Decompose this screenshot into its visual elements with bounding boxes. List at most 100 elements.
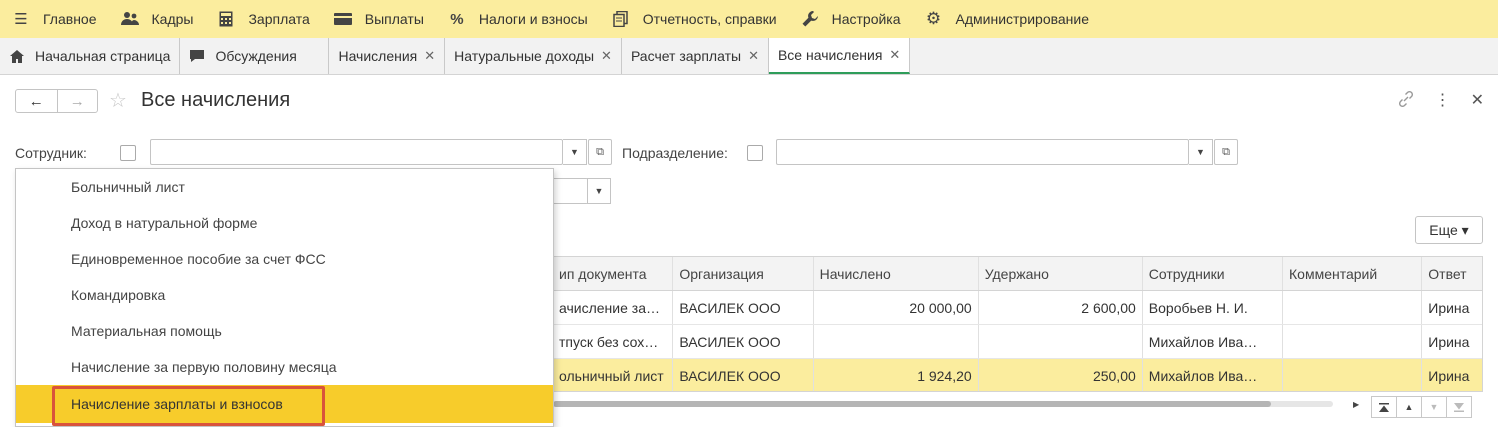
table-cell: Ирина [1428, 299, 1470, 316]
wrench-icon [801, 10, 819, 28]
percent-icon: % [450, 10, 464, 28]
table-cell: ВАСИЛЕК ООО [673, 359, 814, 391]
forward-button[interactable]: → [56, 90, 98, 112]
table-row[interactable]: ачисление за… ВАСИЛЕК ООО 20 000,00 2 60… [553, 291, 1482, 325]
department-dropdown-button[interactable]: ▼ [1189, 139, 1213, 165]
menu-item-hr[interactable]: Кадры [109, 0, 206, 38]
menu-item-label: Кадры [151, 11, 194, 27]
home-icon [9, 49, 25, 63]
table-row-selected[interactable]: ольничный лист ВАСИЛЕК ООО 1 924,20 250,… [553, 359, 1482, 391]
go-to-last-button[interactable] [1446, 396, 1472, 418]
table-header-row: ип документа Организация Начислено Удерж… [553, 257, 1482, 291]
tab-payroll-calculation[interactable]: Расчет зарплаты ✕ [621, 38, 769, 74]
employee-filter-label: Сотрудник: [15, 145, 87, 161]
table-cell: 2 600,00 [979, 291, 1143, 324]
favorite-star-icon[interactable]: ☆ [109, 88, 127, 113]
tab-label: Обсуждения [215, 48, 297, 64]
table-cell: 250,00 [979, 359, 1143, 391]
table-cell [814, 325, 979, 358]
main-menu-bar: ☰ Главное Кадры Зарплата Выплаты % Налог… [0, 0, 1498, 38]
page-up-button[interactable]: ▲ [1396, 396, 1422, 418]
menu-item-label: Зарплата [248, 11, 310, 27]
list-item[interactable]: Доход в натуральной форме [16, 205, 553, 241]
more-vertical-icon[interactable]: ⋮ [1435, 90, 1451, 113]
menu-item-salary[interactable]: Зарплата [205, 0, 321, 38]
menu-item-payments[interactable]: Выплаты [322, 0, 436, 38]
table-cell: Ирина [1428, 333, 1470, 350]
column-header-accrued[interactable]: Начислено [814, 257, 979, 290]
department-filter-label: Подразделение: [622, 145, 728, 161]
document-type-dropdown-button[interactable]: ▼ [587, 178, 611, 204]
tab-label: Начальная страница [35, 48, 171, 64]
hamburger-menu-icon: ☰ [14, 11, 28, 28]
tab-accruals[interactable]: Начисления ✕ [329, 38, 446, 74]
menu-item-settings[interactable]: Настройка [789, 0, 913, 38]
employee-open-button[interactable]: ⧉ [588, 139, 612, 165]
close-icon[interactable]: ✕ [748, 48, 759, 64]
employee-filter-checkbox[interactable] [120, 145, 136, 161]
horizontal-scrollbar[interactable] [553, 398, 1333, 408]
close-icon[interactable]: ✕ [424, 48, 435, 64]
menu-item-label: Выплаты [364, 11, 424, 27]
column-header-employees[interactable]: Сотрудники [1143, 257, 1284, 290]
table-cell [1283, 359, 1423, 391]
menu-item-main[interactable]: ☰ Главное [0, 0, 109, 38]
department-filter-checkbox[interactable] [747, 145, 763, 161]
list-item[interactable]: Материальная помощь [16, 313, 553, 349]
tab-natural-income[interactable]: Натуральные доходы ✕ [445, 38, 622, 74]
close-icon[interactable]: ✕ [889, 47, 900, 63]
documents-icon [612, 10, 630, 28]
table-cell: Ирина [1428, 367, 1470, 384]
department-open-button[interactable]: ⧉ [1214, 139, 1238, 165]
table-cell: ВАСИЛЕК ООО [673, 291, 814, 324]
tab-label: Натуральные доходы [454, 48, 595, 64]
document-type-dropdown-list: Больничный лист Доход в натуральной форм… [15, 168, 554, 427]
table-cell: ВАСИЛЕК ООО [673, 325, 814, 358]
go-to-first-button[interactable] [1371, 396, 1397, 418]
table-cell: Михайлов Ива… [1143, 359, 1284, 391]
department-filter-input[interactable] [776, 139, 1189, 165]
calculator-icon [217, 10, 235, 28]
column-header-document-type[interactable]: ип документа [553, 257, 674, 290]
column-header-comment[interactable]: Комментарий [1283, 257, 1423, 290]
table-cell [1283, 291, 1423, 324]
menu-item-label: Администрирование [955, 11, 1090, 27]
list-item[interactable]: Единовременное пособие за счет ФСС [16, 241, 553, 277]
chat-icon [189, 49, 205, 63]
more-actions-button[interactable]: Еще ▾ [1415, 216, 1483, 244]
column-header-responsible[interactable]: Ответ [1422, 257, 1482, 290]
menu-item-label: Налоги и взносы [478, 11, 588, 27]
menu-item-label: Отчетность, справки [642, 11, 777, 27]
table-row[interactable]: тпуск без сох… ВАСИЛЕК ООО Михайлов Ива…… [553, 325, 1482, 359]
table-cell: Михайлов Ива… [1143, 325, 1284, 358]
list-item[interactable]: Начисление за первую половину месяца [16, 349, 553, 385]
tab-home[interactable]: Начальная страница [0, 38, 181, 74]
people-icon [120, 10, 139, 28]
scrollbar-thumb[interactable] [553, 401, 1271, 407]
back-button[interactable]: ← [16, 90, 57, 112]
documents-table: ип документа Организация Начислено Удерж… [553, 256, 1483, 392]
tab-discussions[interactable]: Обсуждения [180, 38, 330, 74]
column-header-organization[interactable]: Организация [673, 257, 814, 290]
link-icon[interactable] [1397, 90, 1415, 113]
employee-filter-input[interactable] [150, 139, 563, 165]
tab-label: Все начисления [777, 47, 883, 63]
table-cell: 1 924,20 [814, 359, 979, 391]
table-cell: 20 000,00 [814, 291, 979, 324]
scroll-right-arrow-icon[interactable]: ▶ [1353, 400, 1359, 409]
close-icon[interactable]: ✕ [601, 48, 612, 64]
tab-all-accruals[interactable]: Все начисления ✕ [768, 38, 911, 74]
menu-item-taxes[interactable]: % Налоги и взносы [436, 0, 600, 38]
page-down-button[interactable]: ▼ [1421, 396, 1447, 418]
close-icon[interactable]: ✕ [1471, 90, 1484, 113]
menu-item-reports[interactable]: Отчетность, справки [600, 0, 789, 38]
menu-item-admin[interactable]: ⚙ Администрирование [913, 0, 1102, 38]
tab-label: Начисления [338, 48, 418, 64]
annotation-highlight-frame [52, 386, 325, 426]
form-title: Все начисления [141, 89, 291, 111]
table-cell: Воробьев Н. И. [1143, 291, 1284, 324]
employee-dropdown-button[interactable]: ▼ [563, 139, 587, 165]
list-item[interactable]: Командировка [16, 277, 553, 313]
column-header-withheld[interactable]: Удержано [979, 257, 1143, 290]
list-item[interactable]: Больничный лист [16, 169, 553, 205]
